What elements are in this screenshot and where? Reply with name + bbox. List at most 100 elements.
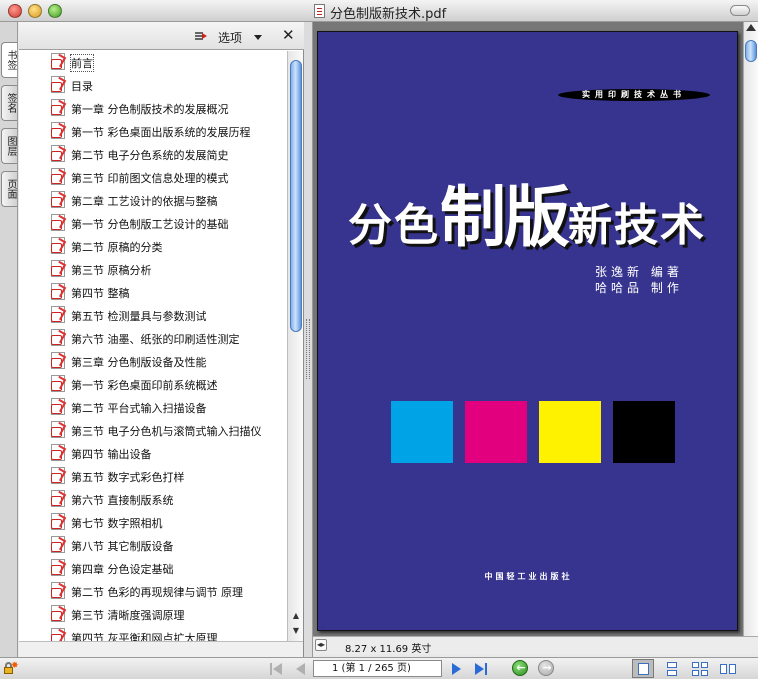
bookmark-list-scrollbar[interactable]: ▲ ▼ (287, 51, 303, 641)
facing-layout-button[interactable] (688, 659, 710, 678)
next-page-icon (452, 663, 461, 675)
pane-splitter[interactable] (304, 22, 313, 657)
bookmark-item[interactable]: 第五节 检测量具与参数测试 (19, 304, 287, 327)
close-pane-button[interactable]: ✕ (282, 26, 295, 44)
yellow-swatch (539, 401, 601, 463)
bookmark-item[interactable]: 第三节 电子分色机与滚筒式输入扫描仪 (19, 419, 287, 442)
book-title-part: 制版 (440, 179, 570, 256)
bookmark-label: 第五节 数字式彩色打样 (71, 471, 185, 484)
document-scrollbar[interactable] (743, 22, 758, 636)
bookmark-item[interactable]: 第四节 灰平衡和网点扩大原理 (19, 626, 287, 641)
pdf-bookmark-icon (51, 329, 65, 346)
scrollbar-thumb[interactable] (745, 40, 757, 62)
last-page-button[interactable] (472, 660, 490, 676)
scroll-up-icon[interactable]: ▲ (291, 611, 301, 621)
bookmark-item[interactable]: 第二节 平台式输入扫描设备 (19, 396, 287, 419)
bookmark-item[interactable]: 第二节 电子分色系统的发展简史 (19, 143, 287, 166)
page-number-field[interactable]: 1 (第 1 / 265 页) (313, 660, 442, 677)
tab-signatures[interactable]: 签名 (1, 85, 17, 121)
pdf-document-icon[interactable] (314, 4, 325, 18)
pdf-bookmark-icon (51, 398, 65, 415)
bookmark-item[interactable]: 第三章 分色制版设备及性能 (19, 350, 287, 373)
go-forward-button[interactable]: → (538, 660, 554, 676)
last-page-icon (475, 663, 484, 675)
previous-page-button[interactable] (292, 660, 310, 676)
splitter-grip-icon[interactable] (306, 319, 310, 379)
continuous-facing-layout-button[interactable] (716, 659, 738, 678)
bookmark-label: 第二节 平台式输入扫描设备 (71, 402, 207, 415)
options-menu-icon[interactable] (195, 30, 207, 42)
go-forward-icon: → (542, 661, 552, 674)
bookmark-label: 第一节 分色制版工艺设计的基础 (71, 218, 229, 231)
bookmark-item[interactable]: 第一节 分色制版工艺设计的基础 (19, 212, 287, 235)
go-back-button[interactable]: ← (512, 660, 528, 676)
bookmarks-pane-header: 选项 ✕ (19, 22, 304, 50)
bookmark-item[interactable]: 第二节 原稿的分类 (19, 235, 287, 258)
lock-icon[interactable]: ✸ (3, 661, 19, 674)
bookmark-item[interactable]: 第四节 整稿 (19, 281, 287, 304)
toolbar-toggle-button[interactable] (730, 5, 750, 16)
tab-layers[interactable]: 图层 (1, 128, 17, 164)
single-page-layout-button[interactable] (632, 659, 654, 678)
bookmark-label: 第一节 彩色桌面印前系统概述 (71, 379, 218, 392)
tab-pages[interactable]: 页面 (1, 171, 17, 207)
bookmark-item[interactable]: 第八节 其它制版设备 (19, 534, 287, 557)
bookmark-item[interactable]: 第五节 数字式彩色打样 (19, 465, 287, 488)
pdf-bookmark-icon (51, 76, 65, 93)
bookmark-label: 第四节 整稿 (71, 287, 130, 300)
document-view[interactable]: 实用印刷技术丛书 分色制版新技术 张逸新 编著 哈哈品 制作 中国轻工业出版社 (313, 22, 743, 636)
scrollbar-thumb[interactable] (290, 60, 302, 332)
bookmark-label: 第六节 油墨、纸张的印刷适性测定 (71, 333, 240, 346)
options-menu-button[interactable]: 选项 (218, 29, 242, 46)
bookmark-label: 第三章 分色制版设备及性能 (71, 356, 207, 369)
bookmark-item[interactable]: 第四节 输出设备 (19, 442, 287, 465)
window-title: 分色制版新技术.pdf (330, 7, 447, 22)
bookmark-item[interactable]: 第七节 数字照相机 (19, 511, 287, 534)
pdf-bookmark-icon (51, 628, 65, 641)
first-page-button[interactable] (266, 660, 284, 676)
continuous-facing-icon (720, 664, 727, 674)
expand-arrows-icon[interactable]: ◂▸ (315, 639, 327, 651)
bookmark-label: 第三节 原稿分析 (71, 264, 152, 277)
scroll-down-icon[interactable]: ▼ (291, 626, 301, 636)
pdf-bookmark-icon (51, 191, 65, 208)
bookmark-item[interactable]: 第一节 彩色桌面印前系统概述 (19, 373, 287, 396)
bookmark-label: 第二章 工艺设计的依据与整稿 (71, 195, 218, 208)
close-window-button[interactable] (8, 4, 22, 18)
bookmark-label: 第一章 分色制版技术的发展概况 (71, 103, 229, 116)
minimize-window-button[interactable] (28, 4, 42, 18)
bookmark-item[interactable]: 第六节 油墨、纸张的印刷适性测定 (19, 327, 287, 350)
bookmark-label: 第二节 原稿的分类 (71, 241, 163, 254)
bookmark-item[interactable]: 前言 (19, 51, 287, 74)
title-bar[interactable]: 分色制版新技术.pdf (0, 0, 758, 22)
chevron-down-icon[interactable] (254, 35, 262, 40)
publisher-name: 中国轻工业出版社 (484, 572, 573, 581)
continuous-layout-button[interactable] (660, 659, 682, 678)
bookmark-item[interactable]: 第二章 工艺设计的依据与整稿 (19, 189, 287, 212)
zoom-window-button[interactable] (48, 4, 62, 18)
bookmark-label: 第二节 电子分色系统的发展简史 (71, 149, 229, 162)
bookmark-item[interactable]: 第二节 色彩的再现规律与调节 原理 (19, 580, 287, 603)
bookmark-item[interactable]: 第三节 原稿分析 (19, 258, 287, 281)
pdf-bookmark-icon (51, 559, 65, 576)
pdf-bookmark-icon (51, 237, 65, 254)
continuous-page-icon (667, 662, 677, 668)
bookmark-item[interactable]: 第一章 分色制版技术的发展概况 (19, 97, 287, 120)
bookmark-list-horizontal-scrollbar[interactable] (19, 641, 303, 657)
bookmark-item[interactable]: 第四章 分色设定基础 (19, 557, 287, 580)
pdf-bookmark-icon (51, 536, 65, 553)
magenta-swatch (465, 401, 527, 463)
bookmark-item[interactable]: 第三节 清晰度强调原理 (19, 603, 287, 626)
bookmark-label: 第六节 直接制版系统 (71, 494, 174, 507)
next-page-button[interactable] (448, 660, 466, 676)
cover-page: 实用印刷技术丛书 分色制版新技术 张逸新 编著 哈哈品 制作 中国轻工业出版社 (317, 31, 738, 631)
bookmark-item[interactable]: 第一节 彩色桌面出版系统的发展历程 (19, 120, 287, 143)
tab-bookmarks[interactable]: 书签 (1, 42, 17, 78)
bookmark-item[interactable]: 第三节 印前图文信息处理的模式 (19, 166, 287, 189)
scroll-up-icon[interactable] (746, 24, 756, 31)
bookmark-item[interactable]: 目录 (19, 74, 287, 97)
pdf-bookmark-icon (51, 582, 65, 599)
pdf-bookmark-icon (51, 490, 65, 507)
bookmark-item[interactable]: 第六节 直接制版系统 (19, 488, 287, 511)
pdf-bookmark-icon (51, 260, 65, 277)
